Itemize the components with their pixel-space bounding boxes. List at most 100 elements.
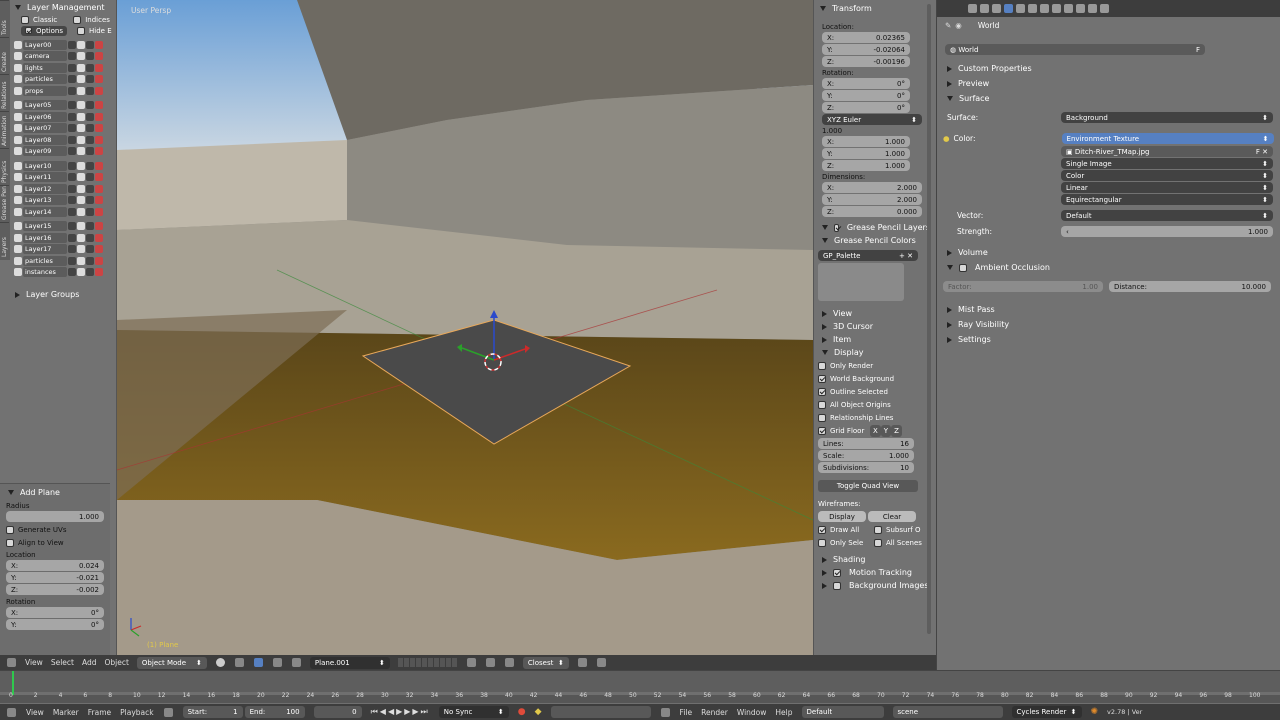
- manipulator-icon[interactable]: [253, 658, 263, 667]
- marker-menu[interactable]: Marker: [53, 708, 79, 717]
- layer-lock-icon[interactable]: [68, 268, 76, 277]
- grid-scale-field[interactable]: Scale: 1.000: [818, 450, 914, 461]
- shading-icon[interactable]: [215, 658, 225, 667]
- material-tab-icon[interactable]: [1064, 4, 1073, 13]
- transform-header[interactable]: Transform: [818, 2, 930, 15]
- grid-y-toggle[interactable]: Y: [880, 424, 892, 437]
- radius-field[interactable]: 1.000: [6, 511, 104, 522]
- object-menu[interactable]: Object: [104, 658, 128, 667]
- layer-wire-icon[interactable]: [86, 75, 94, 84]
- add-menu[interactable]: Add: [82, 658, 97, 667]
- subsurf-checkbox[interactable]: [874, 525, 882, 534]
- view-menu[interactable]: View: [25, 658, 43, 667]
- layer-wire-icon[interactable]: [86, 101, 94, 110]
- layer-wire-icon[interactable]: [86, 184, 94, 193]
- window-menu[interactable]: Window: [737, 708, 767, 717]
- layer-name[interactable]: Layer06: [23, 111, 67, 122]
- location-z-field[interactable]: Z: -0.002: [6, 584, 104, 595]
- layer-visibility-icon[interactable]: [14, 52, 22, 61]
- settings-header[interactable]: Settings: [943, 333, 1277, 346]
- layer-wire-icon[interactable]: [86, 135, 94, 144]
- layer-row[interactable]: particles: [14, 255, 116, 267]
- layer-visibility-icon[interactable]: [14, 86, 22, 95]
- layer-row[interactable]: props: [14, 85, 116, 97]
- layer-lock-icon[interactable]: [68, 63, 76, 72]
- layer-name[interactable]: particles: [23, 74, 67, 85]
- layer-select-icon[interactable]: [77, 40, 85, 49]
- classic-checkbox[interactable]: [21, 15, 29, 24]
- side-tab-tools[interactable]: Tools: [0, 0, 9, 37]
- layer-visibility-icon[interactable]: [14, 63, 22, 72]
- grid-subdivisions-field[interactable]: Subdivisions: 10: [818, 462, 914, 473]
- options-button[interactable]: Options: [21, 25, 68, 36]
- timeline-view-menu[interactable]: View: [26, 708, 44, 717]
- layer-render-icon[interactable]: [95, 86, 103, 95]
- side-tab-relations[interactable]: Relations: [0, 74, 9, 111]
- layer-groups-header[interactable]: Layer Groups: [11, 288, 116, 301]
- layer-buttons[interactable]: [397, 658, 458, 667]
- layer-render-icon[interactable]: [95, 147, 103, 156]
- layer-lock-icon[interactable]: [68, 233, 76, 242]
- volume-header[interactable]: Volume: [943, 246, 1277, 259]
- surface-header[interactable]: Surface: [943, 92, 1277, 105]
- end-frame-field[interactable]: End: 100: [244, 706, 305, 718]
- mode-select[interactable]: Object Mode ⬍: [136, 656, 207, 669]
- layer-render-icon[interactable]: [95, 40, 103, 49]
- layer-name[interactable]: Layer08: [23, 134, 67, 145]
- layer-lock-icon[interactable]: [68, 207, 76, 216]
- layer-visibility-icon[interactable]: [14, 75, 22, 84]
- info-icon[interactable]: [660, 707, 670, 717]
- layer-wire-icon[interactable]: [86, 207, 94, 216]
- layer-render-icon[interactable]: [95, 135, 103, 144]
- gp-palette-list[interactable]: [818, 263, 904, 301]
- vector-select[interactable]: Default ⬍: [1061, 210, 1273, 221]
- layer-lock-icon[interactable]: [68, 184, 76, 193]
- rotation-mode-select[interactable]: XYZ Euler ⬍: [822, 114, 922, 125]
- layer-name[interactable]: Layer07: [23, 123, 67, 134]
- layer-lock-icon[interactable]: [68, 112, 76, 121]
- layer-render-icon[interactable]: [95, 184, 103, 193]
- n-dim-z[interactable]: Z: 0.000: [822, 206, 922, 217]
- layer-name[interactable]: Layer14: [23, 206, 67, 217]
- align-to-view-checkbox[interactable]: [6, 538, 14, 547]
- only-render-checkbox[interactable]: [818, 361, 826, 370]
- generate-uvs-checkbox[interactable]: [6, 525, 14, 534]
- layer-visibility-icon[interactable]: [14, 222, 22, 231]
- layer-row[interactable]: Layer00: [14, 39, 116, 51]
- surface-select[interactable]: Background ⬍: [1061, 112, 1273, 123]
- n-location-y[interactable]: Y: -0.02064: [822, 44, 910, 55]
- layer-visibility-icon[interactable]: [14, 256, 22, 265]
- modifiers-tab-icon[interactable]: [1040, 4, 1049, 13]
- current-frame-field[interactable]: 0: [313, 706, 362, 718]
- layer-select-icon[interactable]: [77, 184, 85, 193]
- layer-render-icon[interactable]: [95, 101, 103, 110]
- select-menu[interactable]: Select: [51, 658, 74, 667]
- layer-visibility-icon[interactable]: [14, 112, 22, 121]
- layer-visibility-icon[interactable]: [14, 40, 22, 49]
- layer-name[interactable]: Layer11: [23, 172, 67, 183]
- draw-all-checkbox[interactable]: [818, 525, 826, 534]
- n-panel-scrollbar[interactable]: [927, 4, 931, 634]
- layer-lock-icon[interactable]: [68, 173, 76, 182]
- location-x-field[interactable]: X: 0.024: [6, 560, 104, 571]
- background-images-header[interactable]: Background Images: [818, 579, 930, 592]
- layer-row[interactable]: Layer10: [14, 160, 116, 172]
- relationship-lines-checkbox[interactable]: [818, 413, 826, 422]
- rotation-y-field[interactable]: Y: 0°: [6, 619, 104, 630]
- timeline-editor-icon[interactable]: [7, 707, 16, 717]
- layer-name[interactable]: props: [23, 85, 67, 96]
- physics-tab-icon[interactable]: [1100, 4, 1109, 13]
- data-tab-icon[interactable]: [1052, 4, 1061, 13]
- layer-lock-icon[interactable]: [68, 196, 76, 205]
- layer-render-icon[interactable]: [95, 52, 103, 61]
- wire-display-button[interactable]: Display: [818, 511, 866, 522]
- layer-wire-icon[interactable]: [86, 245, 94, 254]
- keying-icon[interactable]: ◆: [535, 707, 542, 717]
- render-preview-icon[interactable]: [577, 658, 587, 667]
- layer-name[interactable]: Layer00: [23, 39, 67, 50]
- render-engine-select[interactable]: Cycles Render ⬍: [1011, 706, 1082, 718]
- side-tab-create[interactable]: Create: [0, 37, 9, 74]
- gp-colors-header[interactable]: Grease Pencil Colors: [818, 234, 930, 247]
- layer-name[interactable]: Layer09: [23, 146, 67, 157]
- layer-name[interactable]: Layer13: [23, 195, 67, 206]
